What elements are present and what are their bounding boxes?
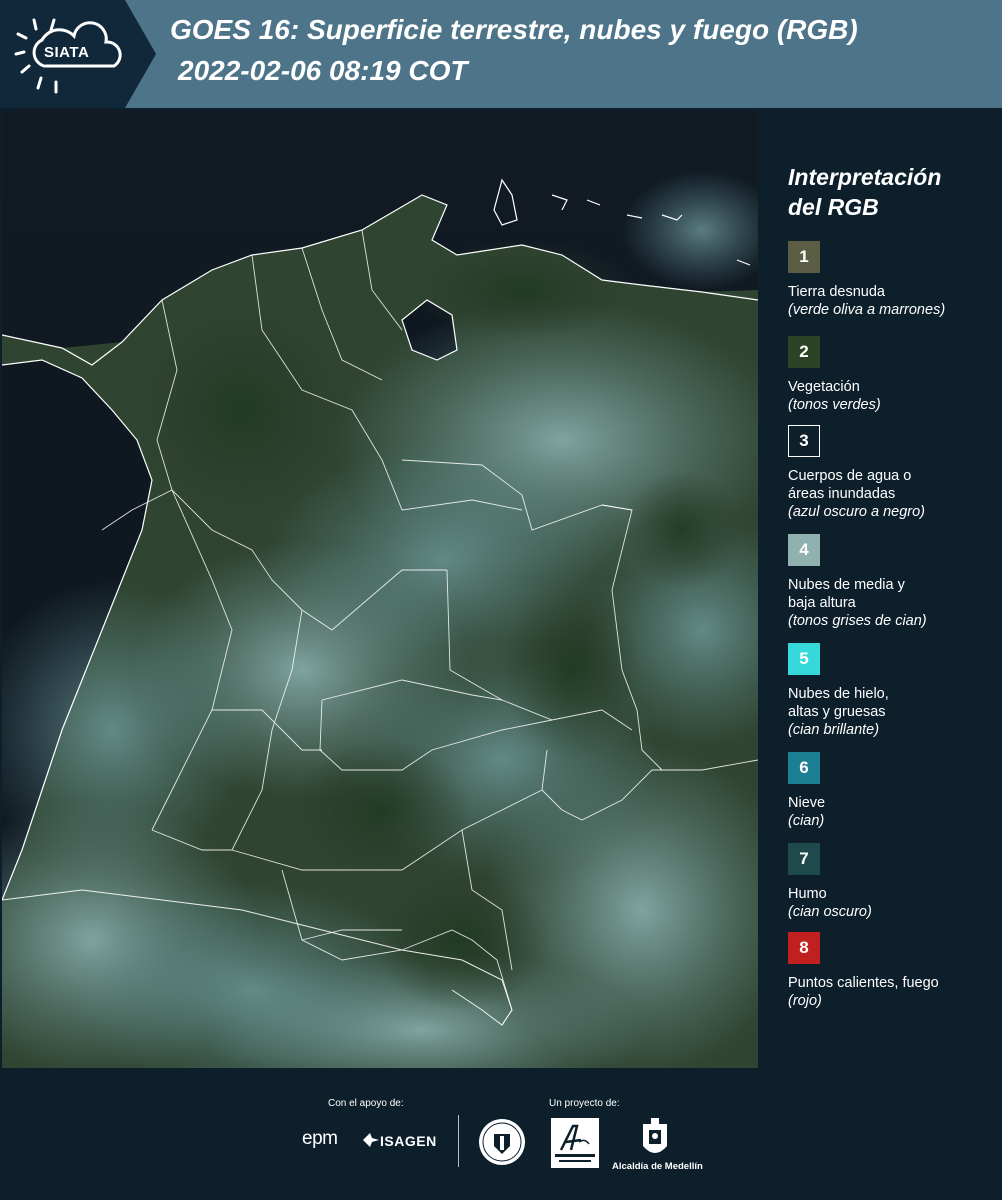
legend-title-line2: del RGB bbox=[788, 194, 879, 220]
alcaldia-crest-icon bbox=[643, 1118, 667, 1153]
footer-divider bbox=[458, 1115, 459, 1167]
satellite-map-image bbox=[2, 110, 758, 1068]
legend-desc: (cian) bbox=[788, 813, 825, 829]
logo-text: SIATA bbox=[44, 44, 90, 61]
timestamp: 2022-02-06 08:19 COT bbox=[178, 55, 468, 86]
legend-item-bare-soil: 1 Tierra desnuda (verde oliva a marrones… bbox=[788, 241, 998, 319]
legend-label: Puntos calientes, fuego bbox=[788, 974, 998, 992]
legend-desc: (cian brillante) bbox=[788, 722, 880, 738]
footer: Con el apoyo de: Un proyecto de: epm ISA… bbox=[0, 1070, 1002, 1200]
legend-label: Nubes de hielo, altas y gruesas bbox=[788, 685, 998, 721]
legend-swatch: 3 bbox=[788, 425, 820, 457]
legend-desc: (cian oscuro) bbox=[788, 904, 872, 920]
legend-label: Humo bbox=[788, 885, 998, 903]
legend-item-ice-clouds: 5 Nubes de hielo, altas y gruesas (cian … bbox=[788, 643, 998, 739]
satellite-map bbox=[2, 110, 758, 1068]
isagen-mark-icon bbox=[363, 1133, 379, 1147]
legend-item-fire: 8 Puntos calientes, fuego (rojo) bbox=[788, 932, 998, 1010]
legend-swatch: 2 bbox=[788, 336, 820, 368]
legend-swatch: 5 bbox=[788, 643, 820, 675]
logo-block: SIATA bbox=[0, 0, 156, 108]
legend-label-line: Nieve bbox=[788, 795, 826, 811]
area-metropolitana-logo bbox=[551, 1118, 599, 1168]
legend-swatch: 1 bbox=[788, 241, 820, 273]
legend-item-low-clouds: 4 Nubes de media y baja altura (tonos gr… bbox=[788, 534, 998, 630]
page-title: GOES 16: Superficie terrestre, nubes y f… bbox=[170, 14, 858, 45]
legend-item-snow: 6 Nieve (cian) bbox=[788, 752, 998, 830]
legend-label: Nubes de media y baja altura bbox=[788, 576, 998, 612]
legend-label-line: Cuerpos de agua o bbox=[788, 468, 912, 484]
legend-label-line: áreas inundadas bbox=[788, 486, 896, 502]
legend-swatch: 6 bbox=[788, 752, 820, 784]
legend-swatch: 7 bbox=[788, 843, 820, 875]
legend-label-line: Tierra desnuda bbox=[788, 284, 885, 300]
legend-desc: (rojo) bbox=[788, 993, 822, 1009]
legend-label: Cuerpos de agua o áreas inundadas bbox=[788, 467, 998, 503]
header-bar: SIATA GOES 16: Superficie terrestre, nub… bbox=[0, 0, 1002, 108]
project-caption: Un proyecto de: bbox=[549, 1098, 620, 1109]
legend-label-line: Nubes de hielo, bbox=[788, 686, 889, 702]
support-caption: Con el apoyo de: bbox=[328, 1098, 404, 1109]
university-seal-icon bbox=[479, 1119, 525, 1165]
legend-label-line: Puntos calientes, fuego bbox=[788, 975, 939, 991]
legend-label-line: Humo bbox=[788, 886, 827, 902]
legend-desc: (azul oscuro a negro) bbox=[788, 504, 926, 520]
legend-label-line: Nubes de media y bbox=[788, 577, 905, 593]
legend-desc: (tonos verdes) bbox=[788, 397, 881, 413]
isagen-logo: ISAGEN bbox=[362, 1132, 437, 1149]
rgb-legend: Interpretación del RGB 1 Tierra desnuda … bbox=[762, 110, 1002, 1068]
legend-desc: (verde oliva a marrones) bbox=[788, 302, 946, 318]
alcaldia-label: Alcaldía de Medellín bbox=[612, 1161, 703, 1172]
legend-desc: (tonos grises de cian) bbox=[788, 613, 927, 629]
legend-swatch: 4 bbox=[788, 534, 820, 566]
legend-label-line: baja altura bbox=[788, 595, 856, 611]
legend-label: Nieve bbox=[788, 794, 998, 812]
legend-item-smoke: 7 Humo (cian oscuro) bbox=[788, 843, 998, 921]
legend-label-line: Vegetación bbox=[788, 379, 860, 395]
legend-title-line1: Interpretación bbox=[788, 164, 942, 190]
legend-label: Vegetación bbox=[788, 378, 998, 396]
isagen-text: ISAGEN bbox=[380, 1133, 437, 1149]
legend-item-water: 3 Cuerpos de agua o áreas inundadas (azu… bbox=[788, 425, 998, 521]
legend-item-vegetation: 2 Vegetación (tonos verdes) bbox=[788, 336, 998, 414]
legend-label: Tierra desnuda bbox=[788, 283, 998, 301]
legend-label-line: altas y gruesas bbox=[788, 704, 886, 720]
epm-logo: epm bbox=[302, 1128, 338, 1149]
legend-title: Interpretación del RGB bbox=[788, 162, 988, 222]
legend-swatch: 8 bbox=[788, 932, 820, 964]
